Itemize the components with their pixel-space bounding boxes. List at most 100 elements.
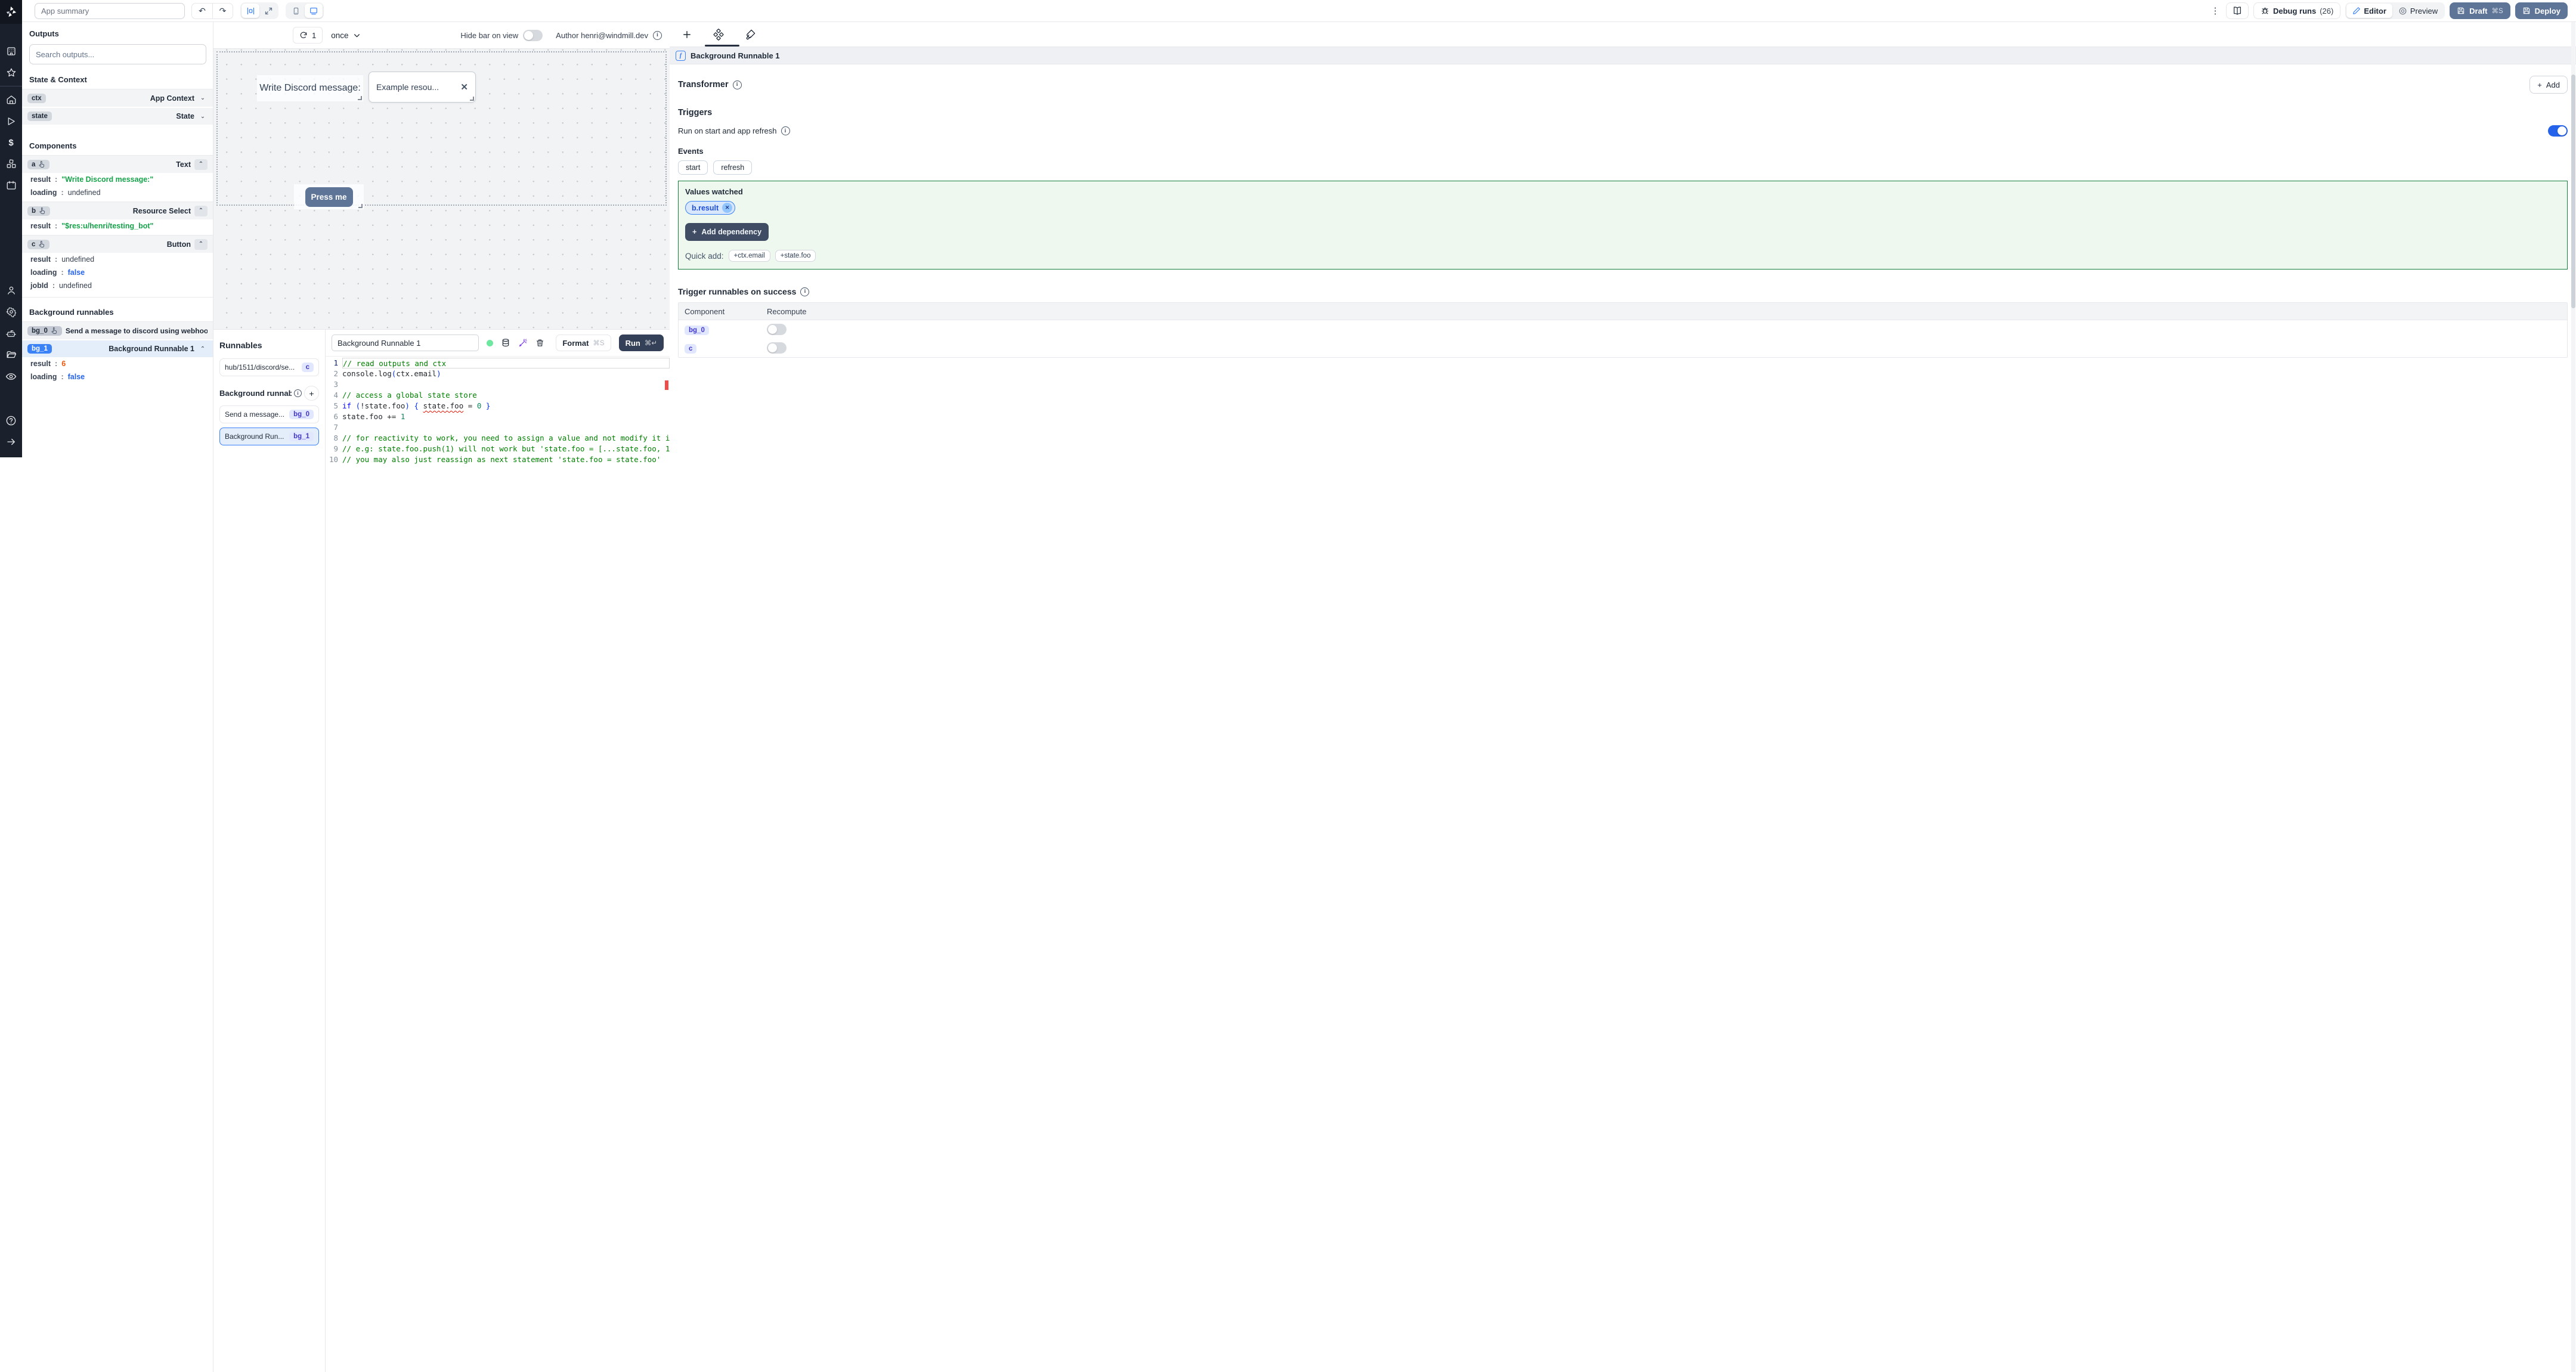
bg1-badge: bg_1 bbox=[27, 344, 52, 354]
recompute-toggle-bg0[interactable] bbox=[767, 324, 787, 335]
trigger-on-success-title: Trigger runnables on success bbox=[678, 287, 797, 296]
event-chip-refresh[interactable]: refresh bbox=[713, 160, 753, 175]
button-component-wrapper[interactable]: Press me bbox=[294, 184, 364, 209]
resize-handle[interactable] bbox=[358, 204, 363, 208]
theme-tab-brush-icon[interactable] bbox=[745, 29, 756, 40]
expand-icon[interactable] bbox=[259, 4, 277, 18]
building-icon[interactable] bbox=[0, 41, 22, 62]
editor-preview-toggle: Editor Preview bbox=[2345, 2, 2445, 19]
deploy-button[interactable]: Deploy bbox=[2515, 2, 2568, 19]
run-on-start-toggle[interactable] bbox=[2548, 125, 2568, 137]
collapse-icon[interactable]: ⌃ bbox=[198, 346, 208, 352]
bg0-row[interactable]: bg_0 Send a message to discord using web… bbox=[22, 321, 213, 339]
folder-icon[interactable] bbox=[0, 344, 22, 366]
play-icon[interactable] bbox=[0, 110, 22, 132]
info-icon[interactable]: i bbox=[294, 389, 302, 397]
wand-icon[interactable] bbox=[518, 338, 528, 348]
remove-watch-icon[interactable]: ✕ bbox=[722, 203, 733, 213]
component-row-c[interactable]: c Button ⌃ bbox=[22, 235, 213, 253]
bg0-label: Send a message to discord using webhoo bbox=[65, 326, 208, 335]
table-row: c bbox=[679, 339, 2567, 357]
runnable-name-input[interactable] bbox=[332, 335, 479, 351]
info-icon[interactable]: i bbox=[800, 287, 810, 296]
scrollbar[interactable] bbox=[2571, 22, 2575, 1372]
desktop-icon[interactable] bbox=[305, 4, 323, 18]
insert-tab-plus-icon[interactable] bbox=[682, 29, 692, 40]
help-icon[interactable] bbox=[0, 410, 22, 431]
eye-icon[interactable] bbox=[0, 366, 22, 387]
info-icon[interactable]: i bbox=[653, 30, 662, 40]
output-row-ctx[interactable]: ctx App Context ⌄ bbox=[22, 89, 213, 107]
text-component[interactable]: Write Discord message: bbox=[257, 75, 363, 101]
undo-icon[interactable]: ↶ bbox=[192, 4, 212, 18]
redo-icon[interactable]: ↷ bbox=[212, 3, 233, 18]
star-icon[interactable] bbox=[0, 62, 22, 83]
run-on-start-label: Run on start and app refresh bbox=[678, 126, 777, 135]
scrollbar-thumb[interactable] bbox=[2571, 75, 2575, 308]
clear-select-icon[interactable]: ✕ bbox=[460, 82, 468, 92]
debug-runs-button[interactable]: Debug runs (26) bbox=[2253, 2, 2341, 19]
component-row-b[interactable]: b Resource Select ⌃ bbox=[22, 202, 213, 219]
author-label: Author henri@windmill.dev bbox=[556, 30, 648, 40]
resource-select-component[interactable]: Example resou... ✕ bbox=[369, 72, 476, 103]
tab-preview[interactable]: Preview bbox=[2392, 4, 2444, 18]
dollar-icon[interactable]: $ bbox=[0, 132, 22, 153]
output-row-state[interactable]: state State ⌄ bbox=[22, 107, 213, 125]
person-icon[interactable] bbox=[0, 280, 22, 301]
gear-icon[interactable] bbox=[0, 301, 22, 323]
runnable-item-bg0[interactable]: Send a message... bg_0 bbox=[219, 405, 319, 423]
windmill-logo[interactable] bbox=[0, 0, 22, 24]
add-runnable-button[interactable]: + bbox=[304, 386, 319, 401]
align-center-icon[interactable] bbox=[242, 4, 259, 18]
kebab-icon[interactable]: ⋮ bbox=[2209, 5, 2221, 16]
arrow-right-icon[interactable] bbox=[0, 431, 22, 453]
press-me-button[interactable]: Press me bbox=[305, 187, 353, 207]
refresh-count-button[interactable]: 1 bbox=[293, 27, 323, 44]
chevron-down-icon[interactable]: ⌄ bbox=[198, 95, 208, 101]
book-icon[interactable] bbox=[2225, 2, 2249, 19]
watched-value-chip[interactable]: b.result ✕ bbox=[685, 201, 736, 215]
bg1-row-selected[interactable]: bg_1 Background Runnable 1 ⌃ bbox=[22, 339, 213, 357]
event-chip-start[interactable]: start bbox=[678, 160, 708, 175]
runnables-list: Runnables hub/1511/discord/se... c Backg… bbox=[213, 330, 326, 1372]
home-icon[interactable] bbox=[0, 89, 22, 110]
info-icon[interactable]: i bbox=[781, 126, 790, 135]
component-row-a[interactable]: a Text ⌃ bbox=[22, 155, 213, 173]
hide-bar-toggle[interactable] bbox=[523, 29, 543, 41]
code-area[interactable]: 12 34 56 78 9 10 // read outputs and ctx … bbox=[326, 356, 670, 1372]
collapse-icon[interactable]: ⌃ bbox=[194, 205, 208, 216]
search-outputs-input[interactable] bbox=[29, 44, 206, 64]
database-icon[interactable] bbox=[501, 338, 510, 348]
components-title: Components bbox=[29, 141, 77, 150]
mobile-icon[interactable] bbox=[287, 4, 305, 18]
bg0-badge: bg_0 bbox=[27, 326, 62, 336]
calendar-icon[interactable] bbox=[0, 175, 22, 196]
runnable-item-hub[interactable]: hub/1511/discord/se... c bbox=[219, 358, 319, 376]
function-icon: f bbox=[676, 50, 686, 61]
tab-editor[interactable]: Editor bbox=[2346, 4, 2392, 18]
app-summary-input[interactable] bbox=[35, 2, 185, 19]
recompute-toggle-c[interactable] bbox=[767, 342, 787, 354]
collapse-icon[interactable]: ⌃ bbox=[194, 239, 208, 250]
runnable-item-bg1-selected[interactable]: Background Run... bg_1 bbox=[219, 428, 319, 445]
quick-add-ctx-email[interactable]: +ctx.email bbox=[728, 250, 770, 262]
draft-button[interactable]: Draft ⌘S bbox=[2450, 2, 2510, 19]
format-button[interactable]: Format ⌘S bbox=[556, 335, 611, 351]
resize-handle[interactable] bbox=[470, 97, 474, 101]
robot-icon[interactable] bbox=[0, 323, 22, 344]
info-icon[interactable]: i bbox=[732, 80, 742, 89]
triggers-title: Triggers bbox=[678, 108, 713, 117]
add-transformer-button[interactable]: + Add bbox=[2529, 76, 2568, 94]
inspector-panel: f Background Runnable 1 Transformer i + … bbox=[670, 22, 2576, 1372]
chevron-down-icon[interactable]: ⌄ bbox=[198, 113, 208, 120]
quick-add-state-foo[interactable]: +state.foo bbox=[775, 250, 816, 262]
refresh-mode-select[interactable]: once bbox=[331, 31, 360, 40]
settings-tab-components-icon[interactable] bbox=[713, 28, 724, 41]
cubes-icon[interactable] bbox=[0, 153, 22, 175]
collapse-icon[interactable]: ⌃ bbox=[194, 159, 208, 170]
trash-icon[interactable] bbox=[535, 338, 544, 348]
resize-handle[interactable] bbox=[358, 96, 362, 100]
add-dependency-button[interactable]: + Add dependency bbox=[685, 223, 769, 241]
code-editor: Format⌘S Run⌘↵ 12 34 56 78 910 // read o… bbox=[326, 330, 670, 1372]
run-button[interactable]: Run ⌘↵ bbox=[618, 335, 664, 351]
